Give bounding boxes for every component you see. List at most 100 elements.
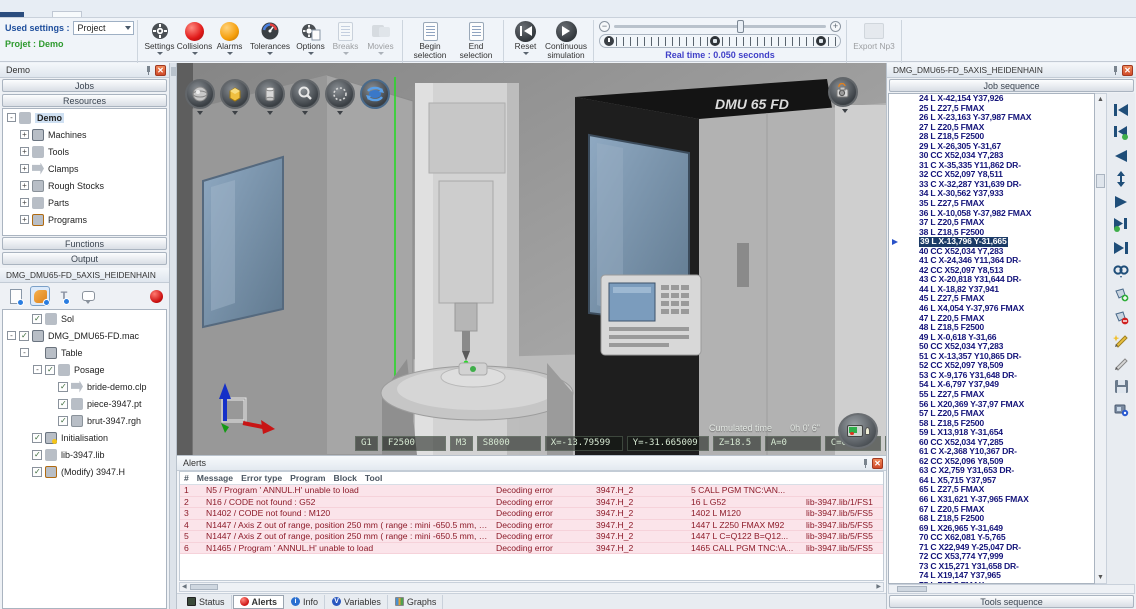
- pin-icon[interactable]: [145, 66, 152, 75]
- speed-slider[interactable]: [614, 25, 826, 28]
- checkbox[interactable]: [45, 365, 55, 375]
- end-selection-button[interactable]: End selection: [454, 19, 498, 59]
- tree-item[interactable]: piece-3947.pt: [3, 395, 166, 412]
- edit-pencil-icon[interactable]: [1111, 354, 1131, 372]
- alert-row[interactable]: 1 N5 / Program ' ANNUL.H' unable to load…: [180, 485, 883, 497]
- tree-item[interactable]: - Demo: [3, 109, 166, 126]
- functions-section-header[interactable]: Functions: [2, 237, 167, 250]
- used-settings-select[interactable]: Project: [73, 21, 134, 35]
- viewport-3d[interactable]: DMU 65 FD: [177, 63, 886, 455]
- machine-panel-toggle-button[interactable]: [838, 413, 878, 449]
- go-first-icon[interactable]: [1111, 101, 1131, 119]
- begin-selection-button[interactable]: Begin selection: [408, 19, 452, 59]
- reset-button[interactable]: Reset: [509, 19, 542, 59]
- bottom-tab[interactable]: Graphs: [389, 595, 444, 609]
- expander-icon[interactable]: +: [20, 164, 29, 173]
- panel-splitter[interactable]: [170, 63, 177, 609]
- remove-breakpoint-icon[interactable]: [1111, 308, 1131, 326]
- ribbon-tab[interactable]: [0, 12, 24, 17]
- alert-row[interactable]: 2 N16 / CODE not found : G52 Decoding er…: [180, 497, 883, 509]
- tree-item[interactable]: lib-3947.lib: [3, 446, 166, 463]
- resources-section-header[interactable]: Resources: [2, 94, 167, 107]
- camera-view-button[interactable]: [828, 77, 858, 107]
- alarms-button[interactable]: Alarms: [213, 19, 246, 55]
- tree-item[interactable]: brut-3947.rgh: [3, 412, 166, 429]
- bottom-tab[interactable]: Alerts: [233, 595, 285, 609]
- play-to-block-icon[interactable]: [1111, 216, 1131, 234]
- speed-plus-button[interactable]: +: [830, 21, 841, 32]
- tree-item[interactable]: + Parts: [3, 194, 166, 211]
- ribbon-tab[interactable]: [24, 12, 52, 17]
- alert-row[interactable]: 4 N1447 / Axis Z out of range, position …: [180, 520, 883, 532]
- checkbox[interactable]: [32, 314, 42, 324]
- new-document-button[interactable]: [6, 286, 26, 306]
- close-icon[interactable]: ✕: [872, 458, 883, 469]
- alerts-hscrollbar[interactable]: ◀▶: [179, 582, 884, 592]
- tree-item[interactable]: - Table: [3, 344, 166, 361]
- close-icon[interactable]: ✕: [155, 65, 166, 76]
- expander-icon[interactable]: +: [20, 130, 29, 139]
- alerts-column-header[interactable]: Error type: [237, 473, 286, 483]
- machine-settings-icon[interactable]: [1111, 400, 1131, 418]
- ribbon-tab[interactable]: [82, 12, 110, 17]
- search-block-icon[interactable]: [1111, 262, 1131, 280]
- bottom-tab[interactable]: i Info: [285, 595, 325, 609]
- zoom-button[interactable]: [290, 79, 320, 109]
- expander-icon[interactable]: +: [20, 215, 29, 224]
- tree-item[interactable]: + Tools: [3, 143, 166, 160]
- tree-item[interactable]: (Modify) 3947.H: [3, 463, 166, 480]
- alert-row[interactable]: 6 N1465 / Program ' ANNUL.H' unable to l…: [180, 543, 883, 555]
- bottom-tab[interactable]: Status: [181, 595, 232, 609]
- pin-icon[interactable]: [1112, 66, 1119, 75]
- edit-highlight-icon[interactable]: [1111, 331, 1131, 349]
- play-forward-icon[interactable]: [1111, 193, 1131, 211]
- alerts-column-header[interactable]: Block: [330, 473, 361, 483]
- alerts-column-header[interactable]: Program: [286, 473, 329, 483]
- go-last-icon[interactable]: [1111, 239, 1131, 257]
- close-icon[interactable]: ✕: [1122, 65, 1133, 76]
- rotate-view-button[interactable]: [360, 79, 390, 109]
- gcode-vscrollbar[interactable]: ▲▼: [1095, 93, 1107, 584]
- checkbox[interactable]: [32, 450, 42, 460]
- pin-icon[interactable]: [862, 459, 869, 468]
- tree-item[interactable]: bride-demo.clp: [3, 378, 166, 395]
- selection-circle-button[interactable]: [325, 79, 355, 109]
- tree-item[interactable]: + Rough Stocks: [3, 177, 166, 194]
- alerts-column-header[interactable]: #: [180, 473, 193, 483]
- tree-item[interactable]: + Programs: [3, 211, 166, 228]
- comment-button[interactable]: [78, 286, 98, 306]
- tools-sequence-header[interactable]: Tools sequence: [889, 595, 1134, 608]
- ribbon-tab[interactable]: [110, 12, 138, 17]
- checkbox[interactable]: [58, 399, 68, 409]
- record-button[interactable]: [150, 290, 163, 303]
- alerts-column-header[interactable]: Message: [193, 473, 237, 483]
- expander-icon[interactable]: -: [33, 365, 42, 374]
- tolerances-button[interactable]: Tolerances: [248, 19, 292, 55]
- tree-item[interactable]: - Posage: [3, 361, 166, 378]
- options-button[interactable]: Options: [294, 19, 327, 55]
- expander-icon[interactable]: -: [20, 348, 29, 357]
- expander-icon[interactable]: -: [7, 113, 16, 122]
- jobs-section-header[interactable]: Jobs: [2, 79, 167, 92]
- tool-display-button[interactable]: T: [54, 286, 74, 306]
- step-range-icon[interactable]: [1111, 170, 1131, 188]
- restart-selection-icon[interactable]: [1111, 124, 1131, 142]
- view-cylinder-button[interactable]: [255, 79, 285, 109]
- speed-slider-thumb[interactable]: [737, 20, 744, 33]
- checkbox[interactable]: [58, 416, 68, 426]
- tree-item[interactable]: Initialisation: [3, 429, 166, 446]
- tree-item[interactable]: + Clamps: [3, 160, 166, 177]
- expander-icon[interactable]: +: [20, 198, 29, 207]
- ribbon-tab[interactable]: [52, 11, 82, 17]
- speed-minus-button[interactable]: −: [599, 21, 610, 32]
- gcode-hscrollbar[interactable]: [888, 584, 1135, 594]
- alert-row[interactable]: 3 N1402 / CODE not found : M120 Decoding…: [180, 508, 883, 520]
- checkbox[interactable]: [32, 467, 42, 477]
- alerts-column-header[interactable]: Tool: [361, 473, 387, 483]
- view-orientation-button[interactable]: [185, 79, 215, 109]
- view-cube-button[interactable]: [220, 79, 250, 109]
- expander-icon[interactable]: +: [20, 147, 29, 156]
- add-breakpoint-icon[interactable]: [1111, 285, 1131, 303]
- save-icon[interactable]: [1111, 377, 1131, 395]
- collisions-button[interactable]: Collisions: [178, 19, 211, 55]
